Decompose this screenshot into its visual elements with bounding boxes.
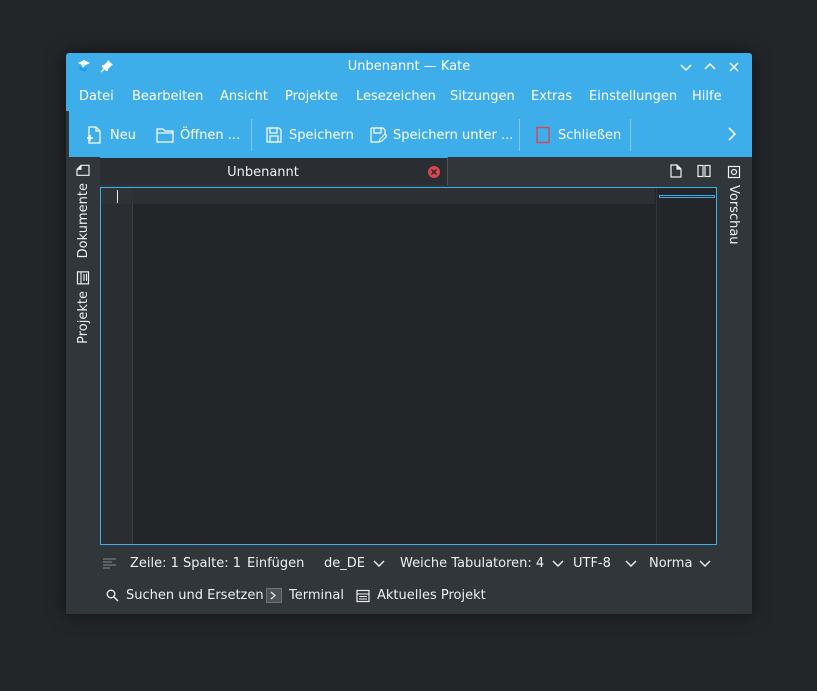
project-label: Aktuelles Projekt bbox=[377, 588, 486, 603]
close-label: Schließen bbox=[558, 127, 622, 143]
new-document-icon[interactable] bbox=[669, 164, 683, 178]
document-tab-bar: Unbenannt bbox=[100, 157, 718, 185]
tab-close-icon[interactable] bbox=[428, 166, 440, 178]
menu-einstellungen[interactable]: Einstellungen bbox=[589, 89, 677, 104]
encoding-value: UTF-8 bbox=[573, 556, 611, 571]
cursor-position[interactable]: Zeile: 1 Spalte: 1 bbox=[130, 556, 241, 571]
minimize-icon[interactable] bbox=[679, 60, 693, 74]
new-label: Neu bbox=[110, 127, 136, 143]
menu-datei[interactable]: Datei bbox=[79, 89, 114, 104]
language-value: de_DE bbox=[324, 556, 365, 571]
syntax-value: Normal bbox=[649, 556, 693, 571]
close-icon[interactable] bbox=[727, 60, 741, 74]
menu-hilfe[interactable]: Hilfe bbox=[692, 89, 722, 104]
save-button[interactable]: Speichern bbox=[265, 125, 354, 145]
line-number-gutter bbox=[101, 188, 133, 544]
bottom-toolview-bar: Suchen und Ersetzen Terminal Aktuelles P… bbox=[100, 581, 718, 609]
indent-dropdown[interactable]: Weiche Tabulatoren: 4 bbox=[400, 556, 564, 571]
current-line-highlight bbox=[133, 188, 655, 204]
list-icon[interactable] bbox=[103, 558, 116, 570]
save-as-button[interactable]: Speichern unter ... bbox=[369, 125, 513, 145]
save-icon bbox=[266, 127, 282, 143]
menu-ansicht[interactable]: Ansicht bbox=[220, 89, 268, 104]
documents-label: Dokumente bbox=[76, 183, 91, 259]
toolbar-separator bbox=[251, 119, 252, 151]
chevron-down-icon bbox=[699, 560, 711, 567]
chevron-down-icon bbox=[373, 560, 385, 567]
new-document-icon bbox=[87, 126, 101, 144]
save-label: Speichern bbox=[289, 127, 354, 143]
save-as-label: Speichern unter ... bbox=[393, 127, 514, 143]
title-bar[interactable]: Unbenannt — Kate bbox=[66, 53, 752, 81]
folder-open-icon bbox=[156, 128, 174, 143]
preview-label: Vorschau bbox=[726, 185, 741, 245]
chevron-down-icon bbox=[625, 560, 637, 567]
open-button[interactable]: Öffnen ... bbox=[156, 125, 240, 145]
chevron-down-icon bbox=[552, 560, 564, 567]
text-cursor bbox=[117, 190, 118, 203]
chevron-right-icon[interactable] bbox=[726, 127, 738, 141]
terminal-button[interactable]: Terminal bbox=[266, 588, 344, 603]
tab-label: Unbenannt bbox=[227, 165, 299, 180]
minimap-viewport[interactable] bbox=[659, 195, 715, 198]
left-sidebar: Dokumente Projekte bbox=[66, 157, 100, 614]
toolbar-separator bbox=[630, 119, 631, 151]
list-icon bbox=[356, 589, 370, 602]
kate-window: Unbenannt — Kate Datei Bearbeiten Ansich… bbox=[66, 53, 752, 614]
text-editor[interactable] bbox=[100, 187, 717, 545]
minimap[interactable] bbox=[656, 188, 716, 544]
indent-value: Weiche Tabulatoren: 4 bbox=[400, 556, 545, 571]
save-as-icon bbox=[370, 127, 387, 143]
maximize-icon[interactable] bbox=[703, 60, 717, 74]
sidebar-tab-preview[interactable]: Vorschau bbox=[726, 165, 741, 245]
terminal-icon bbox=[266, 588, 282, 603]
terminal-label: Terminal bbox=[289, 588, 344, 603]
tab-unbenannt[interactable]: Unbenannt bbox=[100, 157, 448, 185]
close-document-icon bbox=[536, 126, 550, 144]
search-label: Suchen und Ersetzen bbox=[126, 588, 264, 603]
sidebar-tab-projects[interactable]: Projekte bbox=[76, 271, 91, 344]
menu-extras[interactable]: Extras bbox=[531, 89, 572, 104]
encoding-dropdown[interactable]: UTF-8 bbox=[573, 556, 637, 571]
menu-sitzungen[interactable]: Sitzungen bbox=[450, 89, 515, 104]
right-sidebar: Vorschau bbox=[718, 157, 752, 614]
menu-bar: Datei Bearbeiten Ansicht Projekte Leseze… bbox=[66, 81, 752, 111]
main-toolbar: Neu Öffnen ... Speichern Speichern unter… bbox=[69, 111, 752, 157]
input-mode[interactable]: Einfügen bbox=[247, 556, 304, 571]
project-icon bbox=[77, 271, 90, 285]
split-view-icon[interactable] bbox=[697, 164, 711, 178]
status-bar: Zeile: 1 Spalte: 1 Einfügen de_DE Weiche… bbox=[100, 549, 718, 577]
menu-projekte[interactable]: Projekte bbox=[285, 89, 338, 104]
new-button[interactable]: Neu bbox=[86, 125, 136, 145]
document-icon bbox=[76, 164, 91, 176]
window-title: Unbenannt — Kate bbox=[347, 59, 471, 74]
menu-bearbeiten[interactable]: Bearbeiten bbox=[132, 89, 203, 104]
open-label: Öffnen ... bbox=[180, 127, 241, 143]
close-document-button[interactable]: Schließen bbox=[534, 125, 621, 145]
search-replace-button[interactable]: Suchen und Ersetzen bbox=[106, 588, 264, 603]
current-project-button[interactable]: Aktuelles Projekt bbox=[356, 588, 486, 603]
language-dropdown[interactable]: de_DE bbox=[324, 556, 385, 571]
menu-lesezeichen[interactable]: Lesezeichen bbox=[356, 89, 436, 104]
preview-icon bbox=[727, 165, 740, 179]
search-icon bbox=[106, 589, 119, 602]
syntax-dropdown[interactable]: Normal bbox=[649, 556, 711, 571]
toolbar-separator bbox=[519, 119, 520, 151]
projects-label: Projekte bbox=[76, 291, 91, 344]
sidebar-tab-documents[interactable]: Dokumente bbox=[76, 163, 91, 258]
